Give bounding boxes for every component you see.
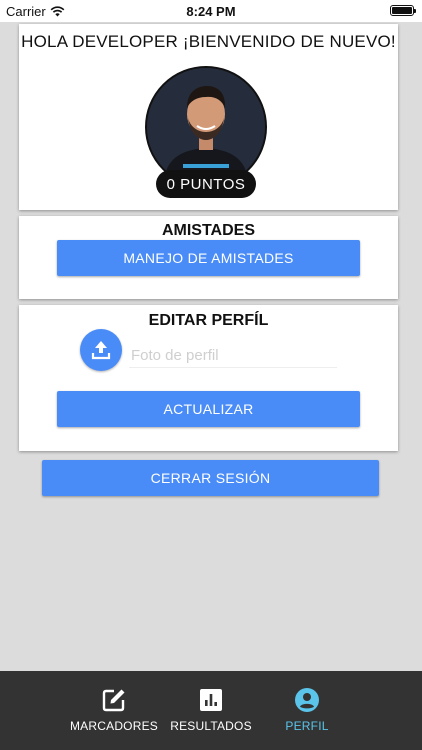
edit-profile-card: EDITAR PERFÍL ACTUALIZAR: [19, 305, 398, 451]
status-bar: Carrier 8:24 PM: [0, 0, 422, 22]
tab-perfil[interactable]: PERFIL: [272, 671, 342, 750]
tab-label-perfil: PERFIL: [285, 719, 329, 733]
tab-marcadores[interactable]: MARCADORES: [63, 671, 165, 750]
upload-photo-button[interactable]: [80, 329, 122, 371]
friends-title: AMISTADES: [161, 222, 256, 239]
points-badge: 0 PUNTOS: [156, 170, 256, 198]
welcome-heading: HOLA DEVELOPER ¡BIENVENIDO DE NUEVO!: [21, 32, 396, 51]
edit-profile-title: EDITAR PERFÍL: [148, 312, 269, 329]
edit-icon: [102, 689, 125, 712]
tab-resultados[interactable]: RESULTADOS: [164, 671, 258, 750]
bar-chart-icon: [200, 689, 222, 711]
tab-label-marcadores: MARCADORES: [69, 719, 158, 733]
tab-label-resultados: RESULTADOS: [170, 719, 252, 733]
bottom-tab-bar: MARCADORES RESULTADOS PERFIL: [0, 671, 422, 750]
logout-button[interactable]: CERRAR SESIÓN: [42, 460, 379, 496]
battery-icon: [390, 5, 416, 16]
friends-card: AMISTADES MANEJO DE AMISTADES: [19, 216, 398, 299]
account-icon: [295, 688, 319, 712]
profile-card: HOLA DEVELOPER ¡BIENVENIDO DE NUEVO! 0 P…: [19, 24, 398, 210]
upload-icon: [91, 341, 111, 360]
profile-photo-input[interactable]: [129, 343, 337, 368]
status-time: 8:24 PM: [186, 4, 236, 19]
update-button[interactable]: ACTUALIZAR: [57, 391, 360, 427]
manage-friends-button[interactable]: MANEJO DE AMISTADES: [57, 240, 360, 276]
